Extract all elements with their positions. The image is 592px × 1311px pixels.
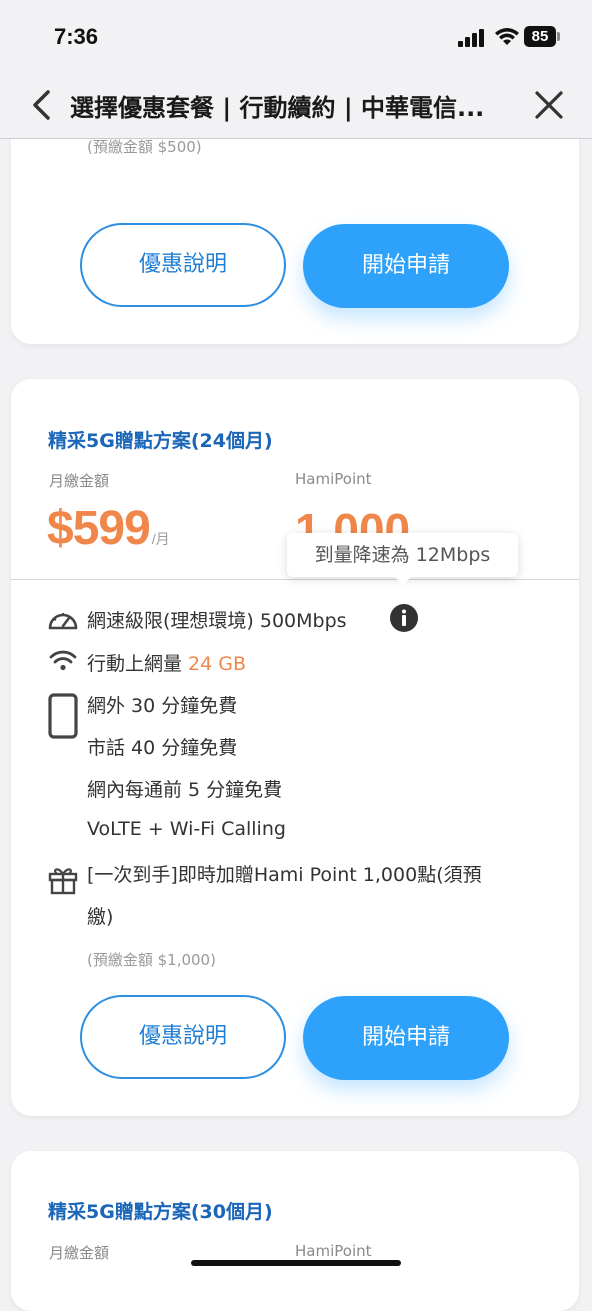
monthly-fee-label: 月繳金額 — [49, 472, 110, 490]
gift-icon — [48, 868, 78, 895]
prepaid-note: (預繳金額 $1,000) — [87, 951, 216, 969]
battery-tip — [557, 32, 560, 41]
monthly-fee-label: 月繳金額 — [49, 1244, 110, 1262]
speed-limit-tooltip: 到量降速為 12Mbps — [287, 533, 518, 585]
price-amount: $599 — [47, 502, 151, 555]
feature-volte: VoLTE + Wi-Fi Calling — [87, 818, 286, 840]
monthly-price: $599/月 — [47, 501, 170, 556]
feature-landline-calls: 市話 40 分鐘免費 — [87, 737, 238, 759]
plan-card-24-months: 精采5G贈點方案(24個月) 月繳金額 HamiPoint $599/月 1,0… — [11, 379, 579, 1116]
plan-title: 精采5G贈點方案(24個月) — [48, 430, 273, 452]
battery-icon: 85 — [524, 26, 556, 47]
page-title: 選擇優惠套餐 | 行動續約 | 中華電信... — [70, 94, 485, 122]
plan-title: 精采5G贈點方案(30個月) — [48, 1201, 273, 1223]
apply-button[interactable]: 開始申請 — [303, 224, 509, 308]
cellular-signal-icon — [458, 29, 486, 47]
wifi-status-icon — [495, 28, 519, 45]
info-icon[interactable] — [389, 603, 419, 633]
nav-bar: 選擇優惠套餐 | 行動續約 | 中華電信... — [0, 70, 592, 139]
feature-onnet-calls: 網內每通前 5 分鐘免費 — [87, 779, 283, 801]
feature-gift-line1: [一次到手]即時加贈Hami Point 1,000點(須預 — [87, 864, 482, 886]
feature-offnet-calls: 網外 30 分鐘免費 — [87, 695, 238, 717]
prepaid-note: (預繳金額 $500) — [87, 139, 202, 156]
plan-card-previous: (預繳金額 $500) 優惠說明 開始申請 — [11, 139, 579, 344]
info-button[interactable]: 優惠說明 — [80, 223, 286, 307]
feature-data: 行動上網量 24 GB — [87, 649, 246, 676]
apply-button[interactable]: 開始申請 — [303, 996, 509, 1080]
feature-gift-line2: 繳) — [87, 906, 114, 928]
phone-icon — [48, 693, 78, 739]
divider — [11, 579, 579, 580]
status-bar: 7:36 85 — [0, 0, 592, 70]
wifi-icon — [49, 650, 77, 671]
feature-speed: 網速級限(理想環境) 500Mbps — [87, 610, 347, 632]
info-button[interactable]: 優惠說明 — [80, 995, 286, 1079]
data-label: 行動上網量 — [87, 653, 189, 675]
home-indicator[interactable] — [191, 1260, 401, 1266]
status-time: 7:36 — [54, 24, 99, 49]
data-amount: 24 GB — [188, 653, 247, 675]
hamipoint-label: HamiPoint — [295, 470, 372, 488]
speedometer-icon — [48, 613, 78, 630]
price-unit: /月 — [151, 531, 170, 547]
close-icon[interactable] — [532, 88, 566, 122]
plan-card-30-months: 精采5G贈點方案(30個月) 月繳金額 HamiPoint — [11, 1151, 579, 1311]
hamipoint-label: HamiPoint — [295, 1242, 372, 1260]
chevron-left-icon[interactable] — [28, 88, 58, 122]
